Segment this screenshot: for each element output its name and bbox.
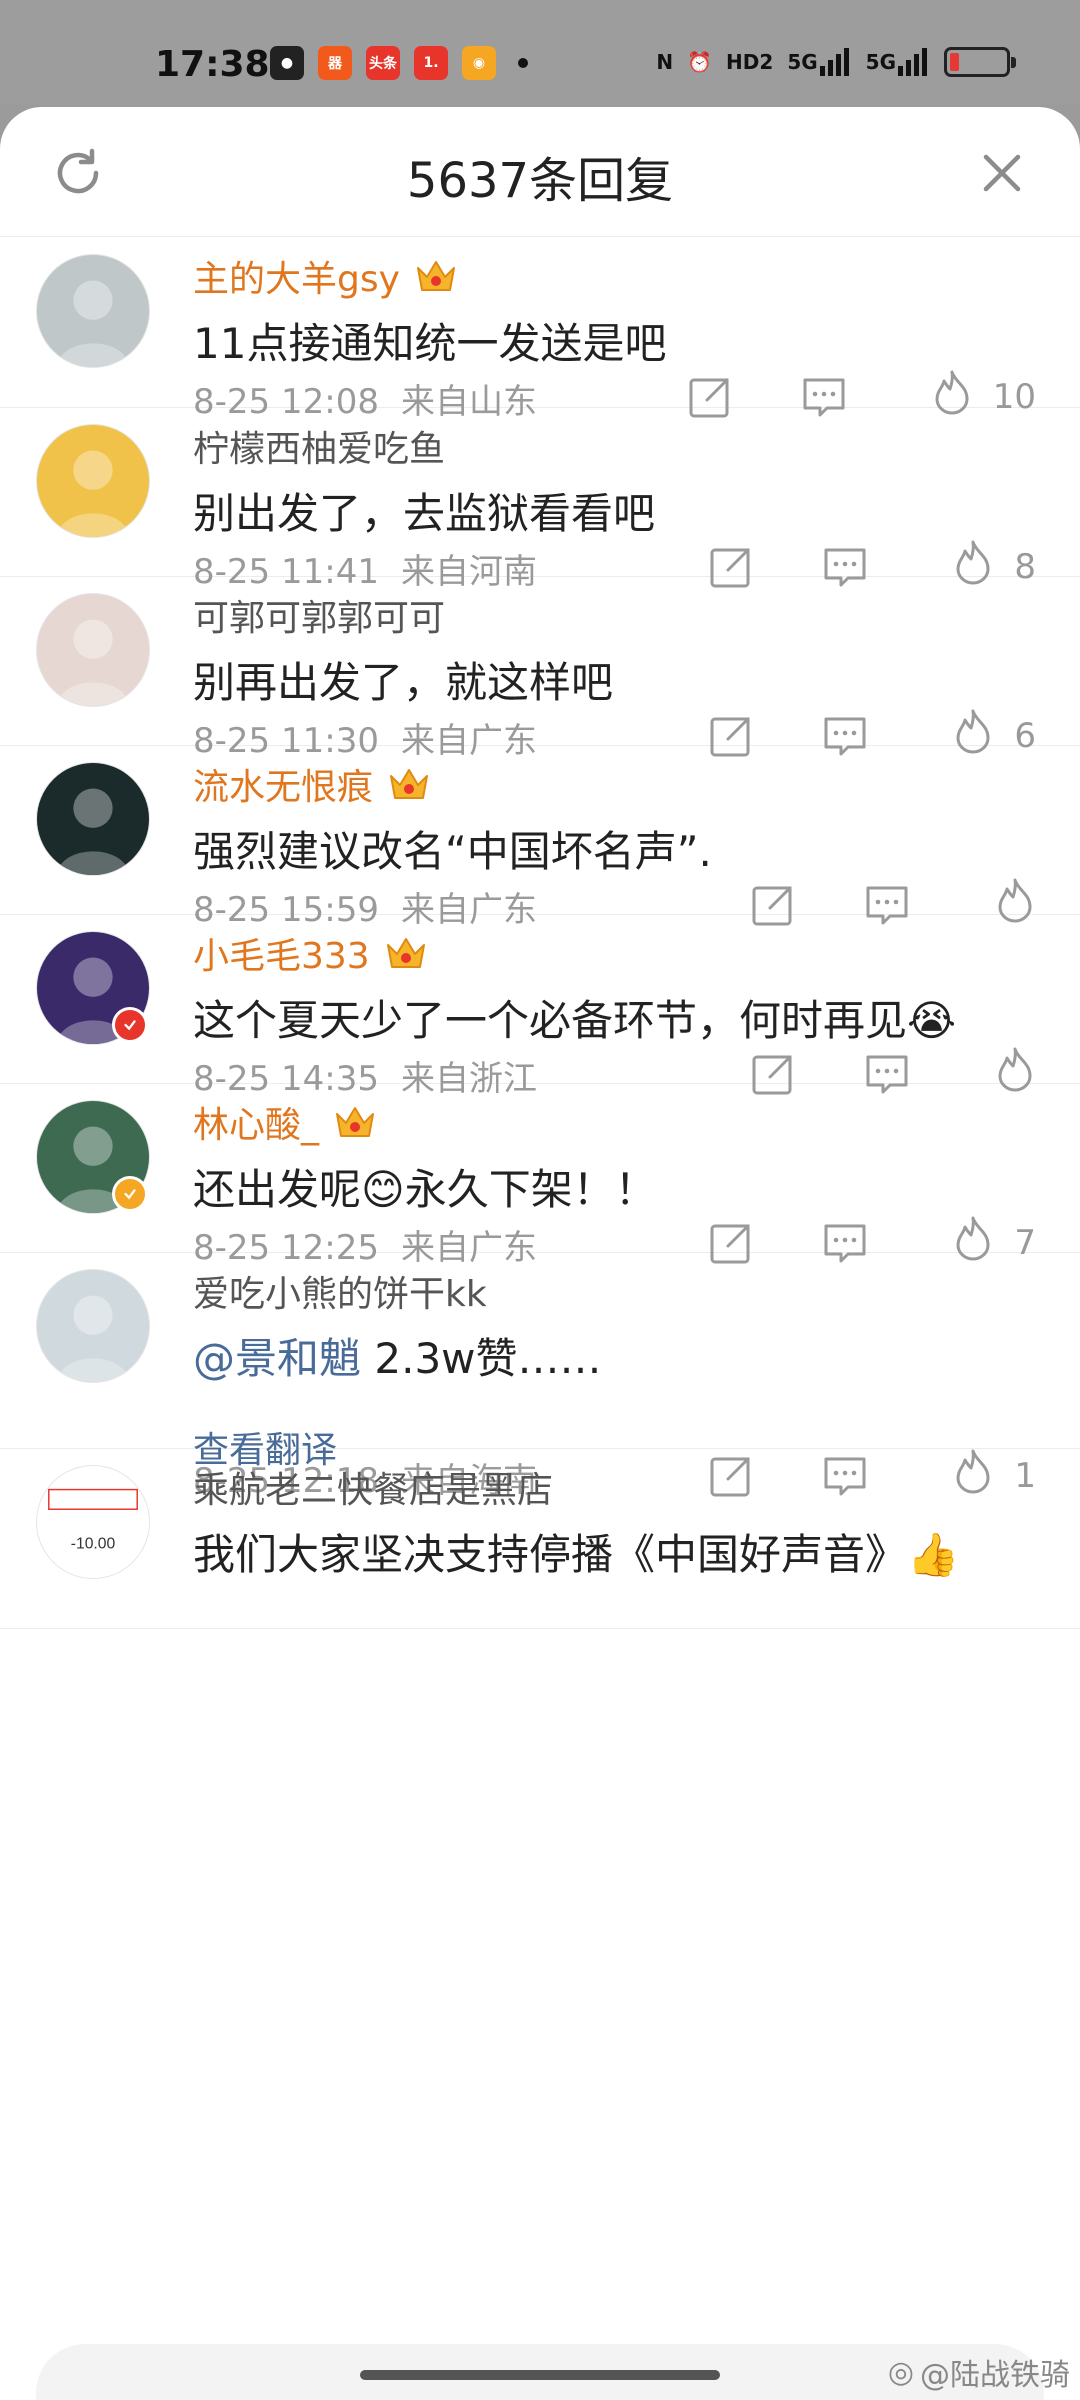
comment-item[interactable]: 可郭可郭郭可可 别再出发了，就这样吧 8-25 11:30 来自广东 6 bbox=[0, 577, 1080, 761]
weibo-icon: ◉ bbox=[462, 46, 496, 80]
svg-text:6: 6 bbox=[425, 790, 431, 805]
battery-icon bbox=[944, 47, 1016, 77]
system-indicators: N ⏰ HD2 5G 5G bbox=[656, 46, 1016, 78]
verified-badge-icon bbox=[112, 1176, 148, 1212]
signal-5g-2-icon: 5G bbox=[866, 46, 930, 78]
comment-item[interactable]: 林心酸_ 6 还出发呢😊永久下架！！ 8-25 12:25 来自广东 7 bbox=[0, 1084, 1080, 1268]
comment-item[interactable]: 主的大羊gsy 6 11点接通知统一发送是吧 8-25 12:08 来自山东 10 bbox=[0, 238, 1080, 422]
svg-text:6: 6 bbox=[371, 1128, 377, 1143]
watermark-text: @陆战铁骑 bbox=[920, 2358, 1070, 2393]
app-1-icon: 1. bbox=[414, 46, 448, 80]
nfc-icon: N bbox=[656, 50, 674, 74]
alarm-icon: ⏰ bbox=[687, 50, 713, 74]
commenter-name[interactable]: 流水无恨痕 6 bbox=[193, 758, 432, 810]
comment-text: @景和魈 2.3w赞…… bbox=[193, 1334, 602, 1383]
sheet-header: 5637条回复 bbox=[0, 107, 1080, 237]
close-icon[interactable] bbox=[972, 143, 1032, 203]
comment-text: 别出发了，去监狱看看吧 bbox=[193, 489, 656, 538]
status-time: 17:38 bbox=[155, 44, 270, 85]
hd-icon: HD2 bbox=[726, 50, 774, 74]
commenter-name[interactable]: 柠檬西柚爱吃鱼 bbox=[193, 420, 445, 472]
comment-text: 还出发呢😊永久下架！！ bbox=[193, 1165, 657, 1214]
comment-item[interactable]: 小毛毛333 5 这个夏天少了一个必备环节，何时再见😭 8-25 14:35 来自浙江 bbox=[0, 915, 1080, 1099]
commenter-name[interactable]: 爱吃小熊的饼干kk bbox=[193, 1265, 487, 1317]
avatar[interactable]: -10.00 bbox=[36, 1465, 150, 1579]
svg-text:5: 5 bbox=[422, 959, 428, 974]
toutiao-icon: 头条 bbox=[366, 46, 400, 80]
comment-item[interactable]: 爱吃小熊的饼干kk @景和魈 2.3w赞…… 查看翻译 8-25 12:18 来自海南 1 bbox=[0, 1253, 1080, 1501]
commenter-name[interactable]: 可郭可郭郭可可 bbox=[193, 589, 445, 641]
comment-item[interactable]: 柠檬西柚爱吃鱼 别出发了，去监狱看看吧 8-25 11:41 来自河南 8 bbox=[0, 408, 1080, 592]
app-orange-icon: 器 bbox=[318, 46, 352, 80]
vip-crown-icon: 5 bbox=[384, 931, 429, 975]
comment-text: 强烈建议改名“中国坏名声”. bbox=[193, 827, 712, 876]
home-indicator[interactable] bbox=[360, 2370, 720, 2380]
vip-crown-icon: 6 bbox=[387, 762, 432, 806]
status-bar: 17:38 ● 器头条 1. ◉ N ⏰ HD2 5G 5G bbox=[0, 0, 1080, 105]
avatar[interactable] bbox=[36, 593, 150, 707]
comment-text: 我们大家坚决支持停播《中国好声音》👍 bbox=[193, 1530, 960, 1579]
svg-text:6: 6 bbox=[452, 282, 458, 297]
commenter-name[interactable]: 主的大羊gsy 6 bbox=[193, 250, 459, 302]
comment-item[interactable]: 流水无恨痕 6 强烈建议改名“中国坏名声”. 8-25 15:59 来自广东 bbox=[0, 746, 1080, 930]
mention-link[interactable]: @景和魈 bbox=[193, 1334, 361, 1383]
comment-text: 这个夏天少了一个必备环节，何时再见😭 bbox=[193, 996, 957, 1045]
commenter-name[interactable]: 乘航老二快餐店是黑店 bbox=[193, 1461, 553, 1513]
watermark: ◎ @陆战铁骑 bbox=[888, 2350, 1070, 2394]
comment-text: 别再出发了，就这样吧 bbox=[193, 658, 614, 707]
replies-sheet: 5637条回复 主的大羊gsy 6 11点接通知统一发送是吧 8-25 12:08 来自… bbox=[0, 107, 1080, 2400]
avatar[interactable] bbox=[36, 762, 150, 876]
commenter-name[interactable]: 小毛毛333 5 bbox=[193, 927, 429, 979]
vip-crown-icon: 6 bbox=[333, 1100, 378, 1144]
wechat-icon: ● bbox=[270, 46, 304, 80]
vip-crown-icon: 6 bbox=[414, 254, 459, 298]
weibo-watermark-icon: ◎ bbox=[887, 2354, 914, 2390]
avatar[interactable] bbox=[36, 254, 150, 368]
more-notifications-icon bbox=[518, 58, 528, 68]
comment-item[interactable]: -10.00 乘航老二快餐店是黑店我们大家坚决支持停播《中国好声音》👍 bbox=[0, 1449, 1080, 1629]
commenter-name[interactable]: 林心酸_ 6 bbox=[193, 1096, 378, 1148]
svg-text:-10.00: -10.00 bbox=[71, 1536, 116, 1553]
avatar[interactable] bbox=[36, 1269, 150, 1383]
verified-badge-icon bbox=[112, 1007, 148, 1043]
notification-icons: ● 器头条 1. ◉ bbox=[270, 46, 528, 80]
comment-text: 11点接通知统一发送是吧 bbox=[193, 319, 667, 368]
page-title: 5637条回复 bbox=[406, 153, 674, 209]
signal-5g-icon: 5G bbox=[787, 46, 851, 78]
comment-list: 主的大羊gsy 6 11点接通知统一发送是吧 8-25 12:08 来自山东 10 柠檬西柚… bbox=[0, 238, 1080, 1629]
avatar[interactable] bbox=[36, 424, 150, 538]
